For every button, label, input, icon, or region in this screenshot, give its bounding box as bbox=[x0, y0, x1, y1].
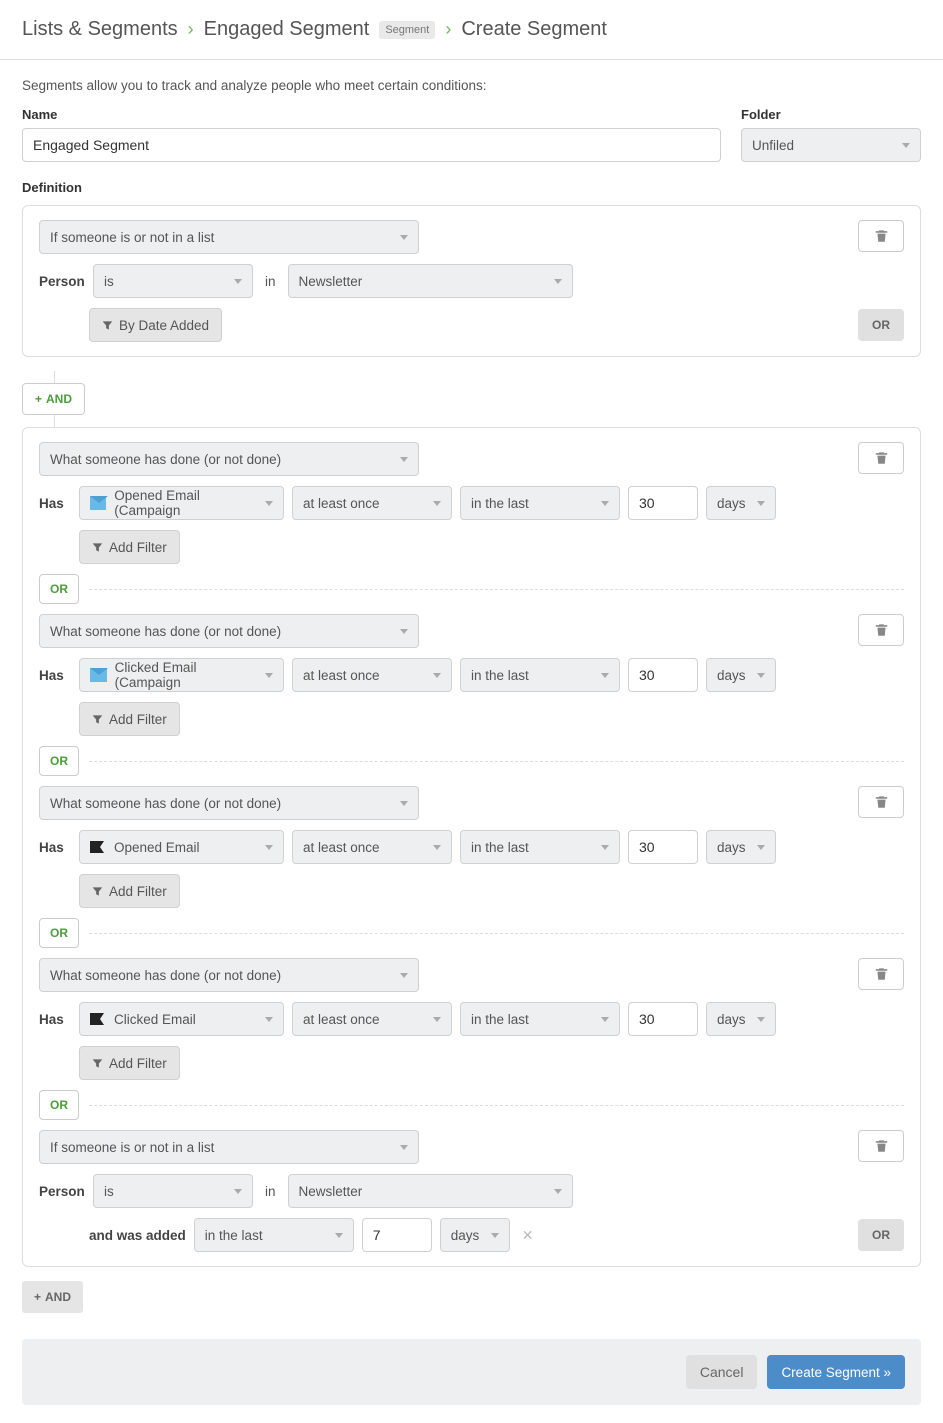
in-label: in bbox=[261, 274, 280, 289]
unit-select[interactable]: days bbox=[706, 658, 776, 692]
trash-icon bbox=[875, 1139, 888, 1153]
flag-icon bbox=[90, 1013, 106, 1025]
added-value-input[interactable] bbox=[362, 1218, 432, 1252]
unit-select[interactable]: days bbox=[706, 486, 776, 520]
mail-icon bbox=[90, 496, 106, 510]
delete-button[interactable] bbox=[858, 958, 904, 990]
or-button[interactable]: OR bbox=[39, 574, 79, 604]
remove-added-button[interactable]: ✕ bbox=[518, 1227, 538, 1244]
value-input[interactable] bbox=[628, 658, 698, 692]
add-filter-button[interactable]: Add Filter bbox=[79, 702, 180, 736]
breadcrumb-leaf: Create Segment bbox=[461, 18, 607, 41]
and-button-bottom[interactable]: + AND bbox=[22, 1281, 83, 1313]
has-label: Has bbox=[39, 668, 71, 683]
trash-icon bbox=[875, 623, 888, 637]
trash-icon bbox=[875, 451, 888, 465]
metric-select[interactable]: Opened Email bbox=[79, 830, 284, 864]
delete-button[interactable] bbox=[858, 1130, 904, 1162]
range-select[interactable]: in the last bbox=[460, 830, 620, 864]
filter-icon bbox=[102, 320, 113, 331]
trash-icon bbox=[875, 229, 888, 243]
create-segment-button[interactable]: Create Segment » bbox=[767, 1355, 905, 1389]
has-label: Has bbox=[39, 496, 71, 511]
cancel-button[interactable]: Cancel bbox=[686, 1355, 758, 1389]
breadcrumb: Lists & Segments › Engaged Segment Segme… bbox=[0, 0, 943, 60]
range-select[interactable]: in the last bbox=[460, 658, 620, 692]
breadcrumb-segment[interactable]: Engaged Segment bbox=[204, 18, 370, 41]
add-filter-button[interactable]: Add Filter bbox=[79, 530, 180, 564]
delete-button[interactable] bbox=[858, 442, 904, 474]
add-filter-button[interactable]: Add Filter bbox=[79, 1046, 180, 1080]
and-button[interactable]: + AND bbox=[22, 383, 85, 415]
filter-icon bbox=[92, 714, 103, 725]
filter-icon bbox=[92, 886, 103, 897]
filter-icon bbox=[92, 1058, 103, 1069]
frequency-select[interactable]: at least once bbox=[292, 1002, 452, 1036]
condition-type-select[interactable]: If someone is or not in a list bbox=[39, 220, 419, 254]
range-select[interactable]: in the last bbox=[460, 1002, 620, 1036]
unit-select[interactable]: days bbox=[706, 830, 776, 864]
flag-icon bbox=[90, 841, 106, 853]
person-is-select[interactable]: is bbox=[93, 1174, 253, 1208]
added-unit-select[interactable]: days bbox=[440, 1218, 510, 1252]
condition-type-select[interactable]: What someone has done (or not done) bbox=[39, 786, 419, 820]
intro-text: Segments allow you to track and analyze … bbox=[22, 78, 921, 93]
delete-button[interactable] bbox=[858, 614, 904, 646]
name-label: Name bbox=[22, 107, 721, 122]
trash-icon bbox=[875, 967, 888, 981]
delete-button[interactable] bbox=[858, 220, 904, 252]
metric-select[interactable]: Clicked Email (Campaign bbox=[79, 658, 284, 692]
trash-icon bbox=[875, 795, 888, 809]
segment-badge: Segment bbox=[379, 21, 435, 39]
breadcrumb-root[interactable]: Lists & Segments bbox=[22, 18, 178, 41]
list-select[interactable]: Newsletter bbox=[288, 1174, 573, 1208]
was-added-label: and was added bbox=[89, 1228, 186, 1243]
condition-type-select[interactable]: If someone is or not in a list bbox=[39, 1130, 419, 1164]
condition-type-select[interactable]: What someone has done (or not done) bbox=[39, 442, 419, 476]
plus-icon: + bbox=[35, 392, 42, 406]
chevron-right-icon: › bbox=[445, 19, 451, 40]
has-label: Has bbox=[39, 840, 71, 855]
or-button[interactable]: OR bbox=[39, 746, 79, 776]
unit-select[interactable]: days bbox=[706, 1002, 776, 1036]
definition-label: Definition bbox=[22, 180, 921, 195]
person-label: Person bbox=[39, 1184, 85, 1199]
add-filter-button[interactable]: Add Filter bbox=[79, 874, 180, 908]
value-input[interactable] bbox=[628, 1002, 698, 1036]
filter-icon bbox=[92, 542, 103, 553]
added-range-select[interactable]: in the last bbox=[194, 1218, 354, 1252]
or-button[interactable]: OR bbox=[858, 1219, 904, 1251]
chevron-right-icon: › bbox=[188, 19, 194, 40]
value-input[interactable] bbox=[628, 830, 698, 864]
list-select[interactable]: Newsletter bbox=[288, 264, 573, 298]
person-label: Person bbox=[39, 274, 85, 289]
has-label: Has bbox=[39, 1012, 71, 1027]
person-is-select[interactable]: is bbox=[93, 264, 253, 298]
range-select[interactable]: in the last bbox=[460, 486, 620, 520]
condition-group-2: What someone has done (or not done) Has … bbox=[22, 427, 921, 1267]
name-input[interactable] bbox=[22, 128, 721, 162]
condition-type-select[interactable]: What someone has done (or not done) bbox=[39, 614, 419, 648]
or-button[interactable]: OR bbox=[39, 918, 79, 948]
condition-group-1: If someone is or not in a list Person is… bbox=[22, 205, 921, 357]
in-label: in bbox=[261, 1184, 280, 1199]
delete-button[interactable] bbox=[858, 786, 904, 818]
frequency-select[interactable]: at least once bbox=[292, 486, 452, 520]
mail-icon bbox=[90, 668, 107, 682]
or-button[interactable]: OR bbox=[39, 1090, 79, 1120]
plus-icon: + bbox=[34, 1290, 41, 1304]
folder-label: Folder bbox=[741, 107, 921, 122]
by-date-added-button[interactable]: By Date Added bbox=[89, 308, 222, 342]
or-button[interactable]: OR bbox=[858, 309, 904, 341]
frequency-select[interactable]: at least once bbox=[292, 658, 452, 692]
metric-select[interactable]: Opened Email (Campaign bbox=[79, 486, 284, 520]
frequency-select[interactable]: at least once bbox=[292, 830, 452, 864]
condition-type-select[interactable]: What someone has done (or not done) bbox=[39, 958, 419, 992]
metric-select[interactable]: Clicked Email bbox=[79, 1002, 284, 1036]
value-input[interactable] bbox=[628, 486, 698, 520]
footer-bar: Cancel Create Segment » bbox=[22, 1339, 921, 1405]
folder-select[interactable]: Unfiled bbox=[741, 128, 921, 162]
